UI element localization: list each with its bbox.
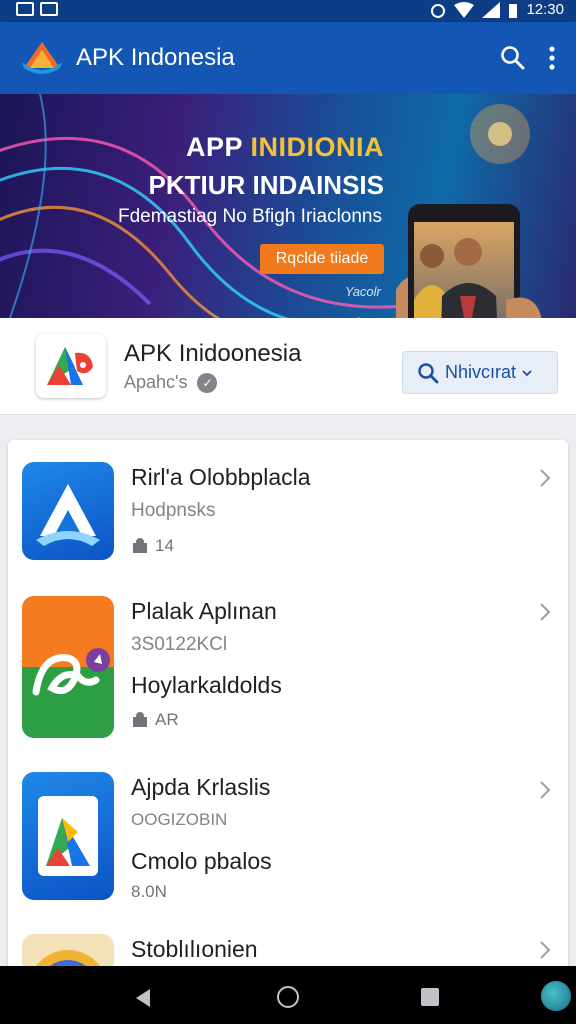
phone-illustration	[396, 204, 542, 318]
app-icon	[22, 772, 114, 900]
app-icon	[22, 596, 114, 738]
download-count-icon	[133, 538, 147, 553]
app-title: APK Indonesia	[76, 44, 235, 71]
chevron-right-icon	[540, 941, 551, 959]
download-count-icon	[133, 712, 147, 727]
item-title: Rirl'a Olobbplacla	[131, 464, 311, 490]
search-dropdown-label: Nhivcırat	[445, 362, 517, 382]
chevron-right-icon	[540, 469, 551, 487]
verified-badge-icon: ✓	[197, 372, 218, 393]
banner-headline-2: PKTIUR INDAINSIS	[148, 170, 384, 200]
banner-cta-button[interactable]: Rqclde tiiade	[260, 244, 384, 274]
item-subtitle: OOGIZOBIN	[131, 810, 228, 829]
banner-subtitle: Fdemastiag No Bfigh Iriaclonns	[117, 206, 382, 227]
app-logo-icon	[38, 796, 98, 876]
item-description: Hoylarkaldolds	[131, 672, 282, 698]
search-icon	[418, 362, 439, 383]
app-developer: Apahc's ✓	[124, 372, 218, 393]
item-subtitle: Hodpnsks	[131, 500, 216, 521]
overflow-menu-icon[interactable]	[548, 45, 556, 71]
item-meta: 8.0N	[131, 882, 167, 901]
app-logo-icon	[36, 484, 100, 546]
list-item[interactable]: Ajpda Krlaslis OOGIZOBIN Cmolo pbalos 8.…	[8, 750, 568, 918]
wifi-icon	[454, 1, 475, 18]
app-list: Rirl'a Olobbplacla Hodpnsks 14 Plalak Ap…	[8, 440, 568, 980]
item-title: Stoblılıonien	[131, 936, 258, 962]
list-item[interactable]: Plalak Aplınan 3S0122KCl Hoylarkaldolds …	[8, 582, 568, 750]
chevron-down-icon	[522, 369, 532, 376]
developer-name: Apahc's	[124, 372, 188, 392]
assistant-icon[interactable]	[541, 981, 571, 1011]
app-header-section: APK Inidoonesia Apahc's ✓ Nhivcırat	[0, 318, 576, 415]
list-item[interactable]: Rirl'a Olobbplacla Hodpnsks 14	[8, 440, 568, 582]
item-title: Ajpda Krlaslis	[131, 774, 271, 800]
status-time: 12:30	[526, 1, 564, 18]
app-logo	[36, 334, 106, 398]
back-icon[interactable]	[134, 988, 152, 1008]
app-bar: APK Indonesia	[0, 22, 576, 94]
app-icon	[22, 462, 114, 560]
promo-banner[interactable]: APP INIDIONIA PKTIUR INDAINSIS Fdemastia…	[0, 94, 576, 318]
item-meta: AR	[131, 710, 179, 730]
signal-icon	[482, 1, 501, 18]
notification-icon	[40, 2, 58, 16]
item-title: Plalak Aplınan	[131, 598, 277, 624]
system-nav-bar	[0, 966, 576, 1024]
item-subtitle: 3S0122KCl	[131, 634, 228, 655]
recents-icon[interactable]	[421, 988, 439, 1006]
item-description: Cmolo pbalos	[131, 848, 272, 874]
app-name: APK Inidoonesia	[124, 340, 302, 367]
status-bar: 12:30	[0, 0, 576, 22]
chevron-right-icon	[540, 603, 551, 621]
search-icon[interactable]	[500, 45, 526, 71]
banner-footer-text: Yacolr	[345, 284, 381, 299]
home-icon[interactable]	[277, 986, 299, 1008]
notification-icon	[16, 2, 34, 16]
app-logo-icon	[22, 42, 62, 74]
alarm-icon	[431, 3, 446, 18]
chevron-right-icon	[540, 781, 551, 799]
item-meta: 14	[131, 536, 174, 556]
banner-headline: APP INIDIONIA	[185, 132, 384, 162]
battery-icon	[509, 3, 518, 18]
app-logo-icon	[47, 347, 93, 385]
app-logo-icon	[32, 648, 110, 696]
search-dropdown-button[interactable]: Nhivcırat	[402, 351, 558, 394]
